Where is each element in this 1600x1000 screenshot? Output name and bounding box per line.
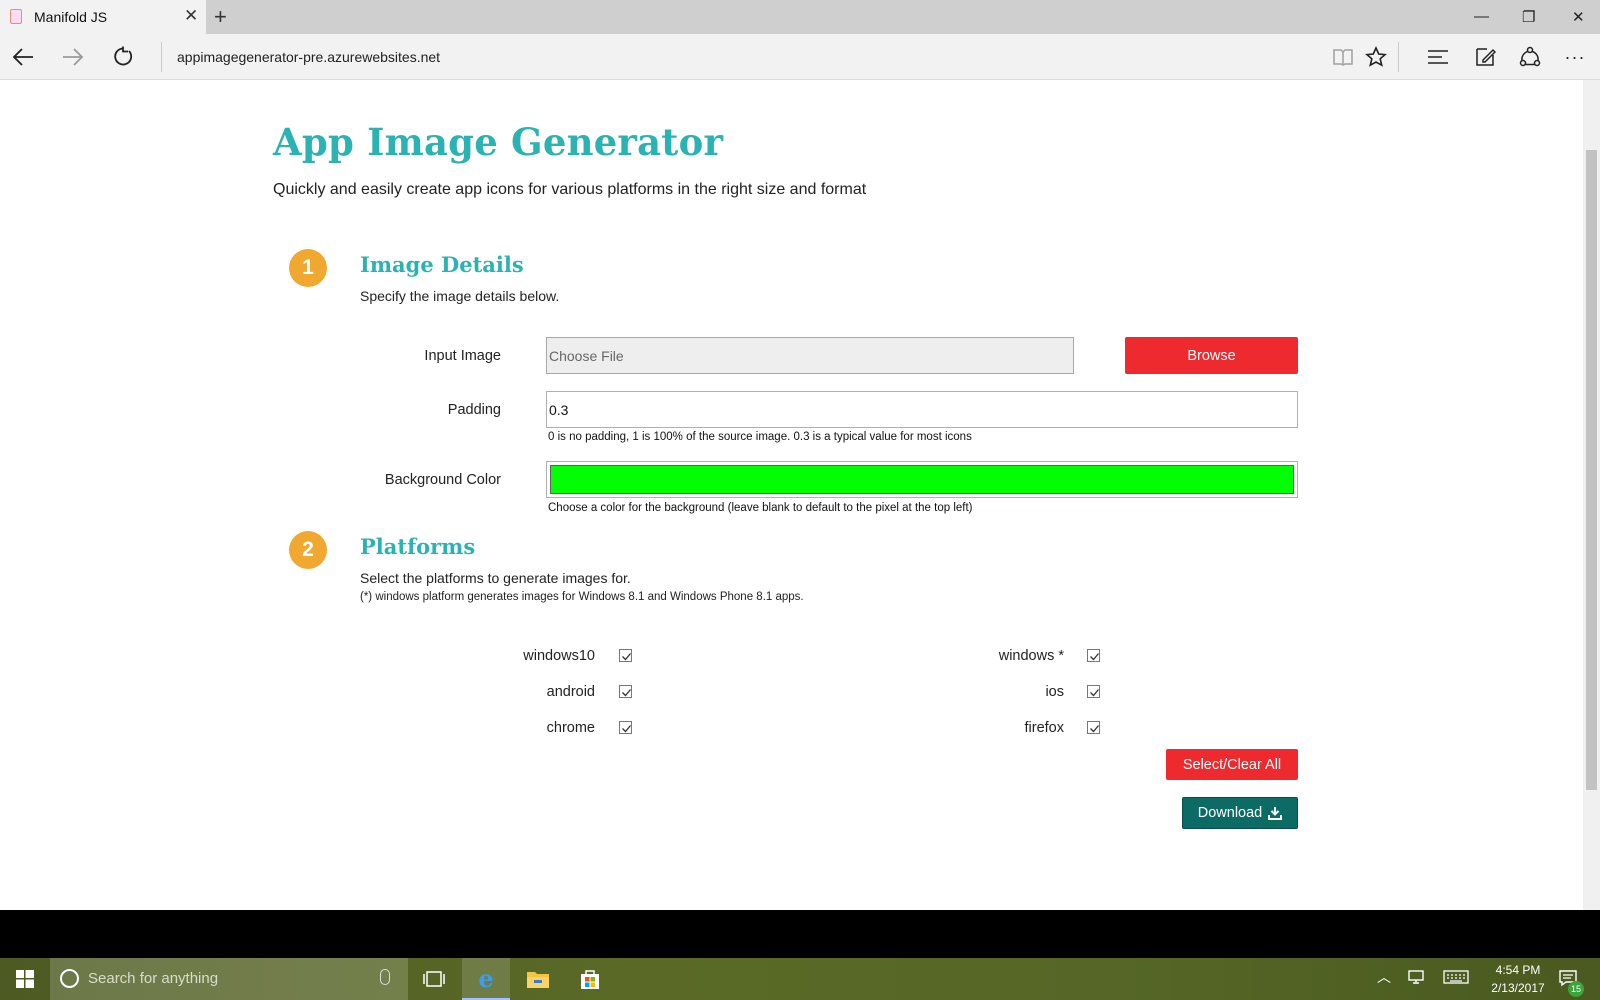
browse-button[interactable]: Browse xyxy=(1125,337,1298,374)
platform-checkbox-windows[interactable] xyxy=(1087,649,1100,662)
platform-checkbox-firefox[interactable] xyxy=(1087,721,1100,734)
favorite-star-icon[interactable] xyxy=(1361,42,1391,72)
minimize-icon[interactable]: — xyxy=(1474,8,1489,25)
page-scrollbar[interactable] xyxy=(1583,80,1600,910)
page-favicon-icon xyxy=(10,9,22,24)
file-explorer-icon[interactable] xyxy=(514,958,562,1000)
browser-title-bar: Manifold JS ✕ + — ❐ ✕ xyxy=(0,0,1600,34)
new-tab-icon[interactable]: + xyxy=(214,4,227,30)
background-color-swatch xyxy=(550,465,1294,494)
image-details-heading: Image Details xyxy=(360,252,524,277)
input-image-label: Input Image xyxy=(424,348,501,364)
check-icon xyxy=(622,725,631,733)
windows-logo-icon xyxy=(16,970,34,988)
taskbar-search-box[interactable]: Search for anything xyxy=(50,958,408,1000)
browser-tab[interactable]: Manifold JS ✕ xyxy=(0,0,206,34)
select-clear-all-button[interactable]: Select/Clear All xyxy=(1166,749,1298,780)
page-content: App Image Generator Quickly and easily c… xyxy=(0,80,1583,910)
microphone-icon[interactable] xyxy=(380,969,390,985)
restore-icon[interactable]: ❐ xyxy=(1522,8,1535,26)
check-icon xyxy=(1090,725,1099,733)
tab-close-icon[interactable]: ✕ xyxy=(184,6,198,26)
reading-view-icon[interactable] xyxy=(1328,42,1358,72)
download-button-label: Download xyxy=(1197,805,1263,821)
check-icon xyxy=(622,653,631,661)
platform-label-windows10: windows10 xyxy=(523,648,595,664)
padding-hint: 0 is no padding, 1 is 100% of the source… xyxy=(548,431,972,443)
platform-label-chrome: chrome xyxy=(546,720,595,736)
platform-label-android: android xyxy=(546,684,595,700)
taskbar-search-placeholder: Search for anything xyxy=(88,970,219,987)
download-icon xyxy=(1268,807,1283,820)
back-arrow-icon[interactable] xyxy=(8,42,38,72)
image-details-subtitle: Specify the image details below. xyxy=(360,288,560,304)
background-color-label: Background Color xyxy=(384,472,501,488)
windows-taskbar: Search for anything e ︿ 4:54 PM 2/13/201… xyxy=(0,958,1600,1000)
platform-label-firefox: firefox xyxy=(1024,720,1065,736)
start-button[interactable] xyxy=(0,958,50,1000)
store-icon[interactable] xyxy=(566,958,614,1000)
share-icon[interactable] xyxy=(1515,42,1545,72)
tab-title: Manifold JS xyxy=(34,9,108,25)
platforms-heading: Platforms xyxy=(360,534,476,559)
forward-arrow-icon[interactable] xyxy=(58,42,88,72)
page-title: App Image Generator xyxy=(273,120,724,164)
platform-label-windows: windows * xyxy=(998,648,1064,664)
keyboard-icon[interactable] xyxy=(1443,969,1469,988)
window-close-icon[interactable]: ✕ xyxy=(1572,8,1585,26)
hub-icon[interactable] xyxy=(1423,42,1453,72)
platform-label-ios: ios xyxy=(1045,684,1064,700)
check-icon xyxy=(1090,689,1099,697)
file-chooser-field[interactable]: Choose File xyxy=(546,337,1074,374)
check-icon xyxy=(1090,653,1099,661)
clock-date: 2/13/2017 xyxy=(1491,981,1545,995)
more-options-icon[interactable]: ··· xyxy=(1560,42,1590,72)
taskbar-clock[interactable]: 4:54 PM 2/13/2017 xyxy=(1478,961,1558,997)
platforms-note: (*) windows platform generates images fo… xyxy=(360,591,804,603)
platform-checkbox-ios[interactable] xyxy=(1087,685,1100,698)
edge-browser-icon[interactable]: e xyxy=(462,958,510,1000)
nav-separator xyxy=(1398,42,1399,72)
padding-label: Padding xyxy=(447,402,501,418)
step-2-badge: 2 xyxy=(289,531,327,569)
file-chooser-placeholder: Choose File xyxy=(549,348,624,364)
platforms-subtitle: Select the platforms to generate images … xyxy=(360,570,631,586)
step-1-badge: 1 xyxy=(289,249,327,287)
background-color-input[interactable] xyxy=(546,461,1298,498)
clock-time: 4:54 PM xyxy=(1495,963,1541,977)
platform-checkbox-chrome[interactable] xyxy=(619,721,632,734)
address-bar[interactable]: appimagegenerator-pre.azurewebsites.net xyxy=(177,49,440,65)
padding-input[interactable]: 0.3 xyxy=(546,391,1298,428)
notification-count-badge: 15 xyxy=(1568,981,1584,997)
platform-checkbox-android[interactable] xyxy=(619,685,632,698)
background-color-hint: Choose a color for the background (leave… xyxy=(548,502,973,514)
show-hidden-icons-icon[interactable]: ︿ xyxy=(1377,967,1391,987)
scrollbar-thumb[interactable] xyxy=(1586,150,1597,790)
page-subtitle: Quickly and easily create app icons for … xyxy=(273,181,867,198)
task-view-icon[interactable] xyxy=(410,958,458,1000)
browser-nav-bar: appimagegenerator-pre.azurewebsites.net … xyxy=(0,34,1600,80)
nav-separator xyxy=(161,42,162,72)
page-footer-band xyxy=(0,910,1600,958)
web-note-icon[interactable] xyxy=(1470,42,1500,72)
check-icon xyxy=(622,689,631,697)
download-button[interactable]: Download xyxy=(1182,797,1298,829)
cortana-icon xyxy=(60,969,79,988)
refresh-icon[interactable] xyxy=(108,42,138,72)
network-icon[interactable] xyxy=(1408,969,1426,988)
platform-checkbox-windows10[interactable] xyxy=(619,649,632,662)
padding-value: 0.3 xyxy=(549,402,569,418)
